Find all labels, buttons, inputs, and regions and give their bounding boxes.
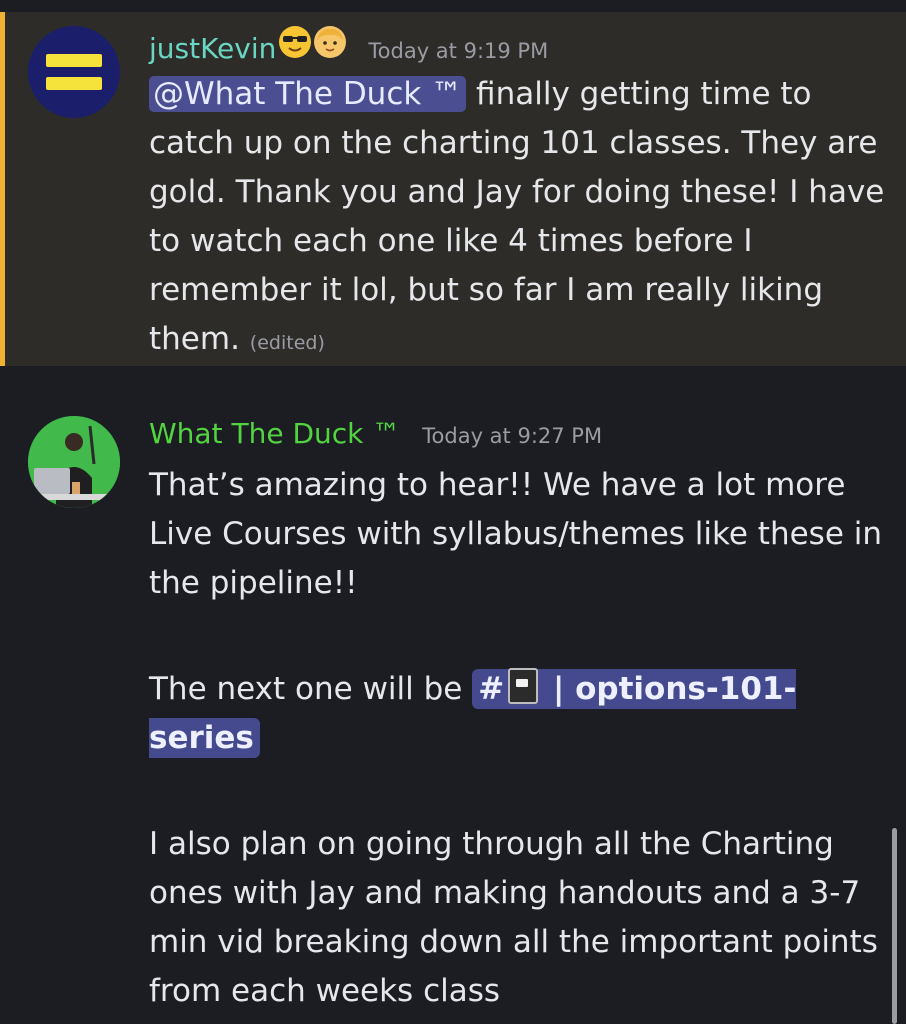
user-mention[interactable]: @What The Duck ™ (149, 76, 467, 112)
notebook-icon (508, 668, 539, 704)
scrollbar[interactable] (892, 828, 897, 1024)
message-item[interactable]: What The Duck ™ Today at 9:27 PM That’s … (0, 366, 906, 1024)
boy-face-icon (314, 26, 347, 58)
avatar-photo-image (28, 416, 120, 508)
message-header: What The Duck ™ Today at 9:27 PM (149, 417, 602, 457)
mention-indicator-bar (0, 12, 5, 366)
message-paragraph: That’s amazing to hear!! We have a lot m… (149, 467, 883, 601)
message-paragraph-channel: The next one will be # | options-101-ser… (149, 665, 889, 763)
smiling-face-with-sunglasses-icon (279, 26, 312, 58)
message-header: justKevin Today at 9:19 PM (149, 26, 548, 66)
equal-sign-bar-top (46, 54, 102, 67)
timestamp: Today at 9:27 PM (422, 424, 603, 448)
edited-label: (edited) (249, 332, 325, 354)
author-name[interactable]: What The Duck ™ (149, 417, 400, 450)
avatar[interactable] (28, 26, 120, 118)
message-item[interactable]: justKevin Today at 9:19 PM @What The Duc… (0, 12, 906, 366)
equal-sign-bar-bottom (46, 77, 102, 90)
message-paragraph: I also plan on going through all the Cha… (149, 820, 889, 1016)
message-content: That’s amazing to hear!! We have a lot m… (149, 461, 889, 1016)
timestamp: Today at 9:19 PM (368, 39, 549, 63)
message-content: @What The Duck ™ finally getting time to… (149, 70, 889, 368)
top-strip (0, 0, 906, 12)
channel-hash: # (478, 671, 505, 707)
author-name[interactable]: justKevin (149, 32, 276, 65)
message-text: finally getting time to catch up on the … (149, 76, 885, 357)
message-text: I also plan on going through all the Cha… (149, 826, 878, 1009)
message-text: The next one will be (149, 671, 473, 707)
avatar[interactable] (28, 416, 120, 508)
